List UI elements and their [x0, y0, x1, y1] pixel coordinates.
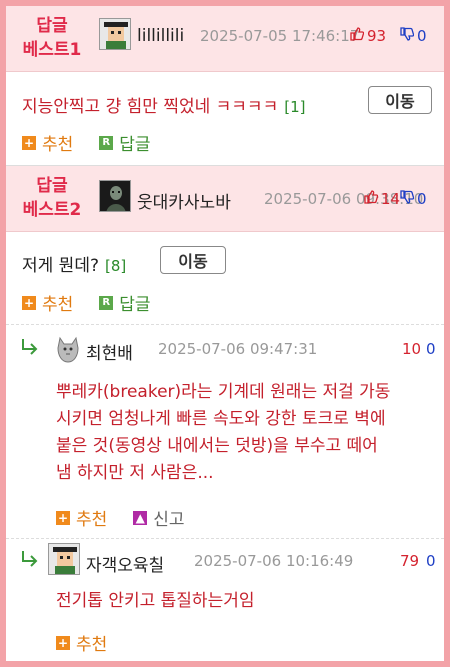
comment-actions: + 추천 R 답글 — [22, 290, 177, 315]
reply-label: 답글 — [119, 135, 151, 155]
thumbs-up-icon — [364, 190, 379, 208]
comment-content: 저게 뭔데? [8] — [22, 251, 126, 276]
thumbs-down-icon — [400, 190, 415, 208]
upvote-count: 14 — [381, 190, 401, 208]
upvote-button[interactable]: 93 — [350, 27, 386, 45]
comment-date: 2025-07-05 17:46:17 — [200, 27, 360, 45]
comment-list: 답글 베스트1 lillillili 2025-07-05 17:46:17 9… — [6, 6, 444, 661]
downvote-count: 0 — [417, 27, 427, 45]
comment-content: 지능안찍고 걍 힘만 찍었네 ㅋㅋㅋㅋ [1] — [22, 92, 305, 117]
recommend-button[interactable]: + 추천 — [56, 505, 107, 530]
recommend-label: 추천 — [76, 510, 108, 530]
downvote-button[interactable]: 0 — [400, 27, 427, 45]
comment-date: 2025-07-06 09:47:31 — [158, 340, 318, 358]
upvote-button[interactable]: 14 — [364, 190, 400, 208]
thumbs-up-icon — [350, 27, 365, 45]
downvote-count[interactable]: 0 — [426, 552, 436, 570]
siren-icon: ▲ — [133, 510, 148, 525]
report-button[interactable]: ▲ 신고 — [133, 505, 185, 530]
recommend-label: 추천 — [42, 135, 74, 155]
reply-icon: R — [99, 135, 114, 150]
cat-avatar-icon — [57, 336, 79, 363]
comment-text: 저게 뭔데? — [22, 256, 99, 276]
reply-button[interactable]: R 답글 — [99, 290, 151, 315]
reply-content: 전기톱 안키고 톱질하는거임 — [56, 591, 255, 611]
avatar[interactable] — [52, 332, 84, 364]
comment-date: 2025-07-06 10:16:49 — [194, 552, 354, 570]
move-button[interactable]: 이동 — [160, 246, 226, 274]
reply-icon: R — [99, 295, 114, 310]
nickname[interactable]: 웃대카사노바 — [137, 188, 231, 213]
best-comment-header-1: 답글 베스트1 lillillili 2025-07-05 17:46:17 9… — [6, 6, 444, 72]
nickname[interactable]: 자객오육칠 — [86, 551, 164, 576]
downvote-count: 0 — [417, 190, 427, 208]
upvote-count: 93 — [367, 27, 387, 45]
best-comment-header-2: 답글 베스트2 웃대카사노바 2025-07-06 09:38:10 14 0 — [6, 166, 444, 232]
thumbs-down-icon — [400, 27, 415, 45]
reply-label: 답글 — [119, 295, 151, 315]
nickname[interactable]: 최현배 — [86, 339, 133, 364]
upvote-count[interactable]: 10 — [402, 340, 421, 358]
avatar[interactable] — [99, 180, 131, 212]
plus-icon: + — [22, 295, 36, 310]
move-button[interactable]: 이동 — [368, 86, 432, 114]
recommend-button[interactable]: + 추천 — [56, 630, 107, 655]
recommend-label: 추천 — [76, 635, 108, 655]
pixel-avatar-icon — [49, 544, 79, 574]
downvote-button[interactable]: 0 — [400, 190, 427, 208]
comment-text: 지능안찍고 걍 힘만 찍었네 ㅋㅋㅋㅋ — [22, 97, 279, 117]
recommend-label: 추천 — [42, 295, 74, 315]
reply-count[interactable]: [8] — [105, 257, 126, 275]
pixel-avatar-icon — [100, 19, 130, 49]
comment-actions: + 추천 R 답글 — [22, 130, 177, 155]
plus-icon: + — [56, 635, 70, 650]
report-label: 신고 — [153, 510, 185, 530]
reply-content: 뿌레카(breaker)라는 기계데 원래는 저걸 가동 시키면 엄청나게 빠른… — [56, 382, 391, 483]
upvote-count[interactable]: 79 — [400, 552, 419, 570]
reply-arrow-icon — [20, 337, 40, 357]
portrait-avatar-icon — [100, 181, 130, 211]
reply-button[interactable]: R 답글 — [99, 130, 151, 155]
plus-icon: + — [56, 510, 70, 525]
downvote-count[interactable]: 0 — [426, 340, 436, 358]
avatar[interactable] — [99, 18, 131, 50]
recommend-button[interactable]: + 추천 — [22, 290, 73, 315]
reply-actions: + 추천 ▲ 신고 — [56, 505, 211, 530]
reply-count[interactable]: [1] — [284, 98, 305, 116]
plus-icon: + — [22, 135, 36, 150]
best-label-2: 답글 베스트2 — [22, 176, 82, 220]
reply-arrow-icon — [20, 549, 40, 569]
nickname[interactable]: lillillili — [137, 26, 184, 46]
recommend-button[interactable]: + 추천 — [22, 130, 73, 155]
reply-actions: + 추천 — [56, 630, 133, 655]
avatar[interactable] — [48, 543, 80, 575]
divider — [6, 324, 444, 325]
divider — [6, 538, 444, 539]
best-label-1: 답글 베스트1 — [22, 16, 82, 60]
